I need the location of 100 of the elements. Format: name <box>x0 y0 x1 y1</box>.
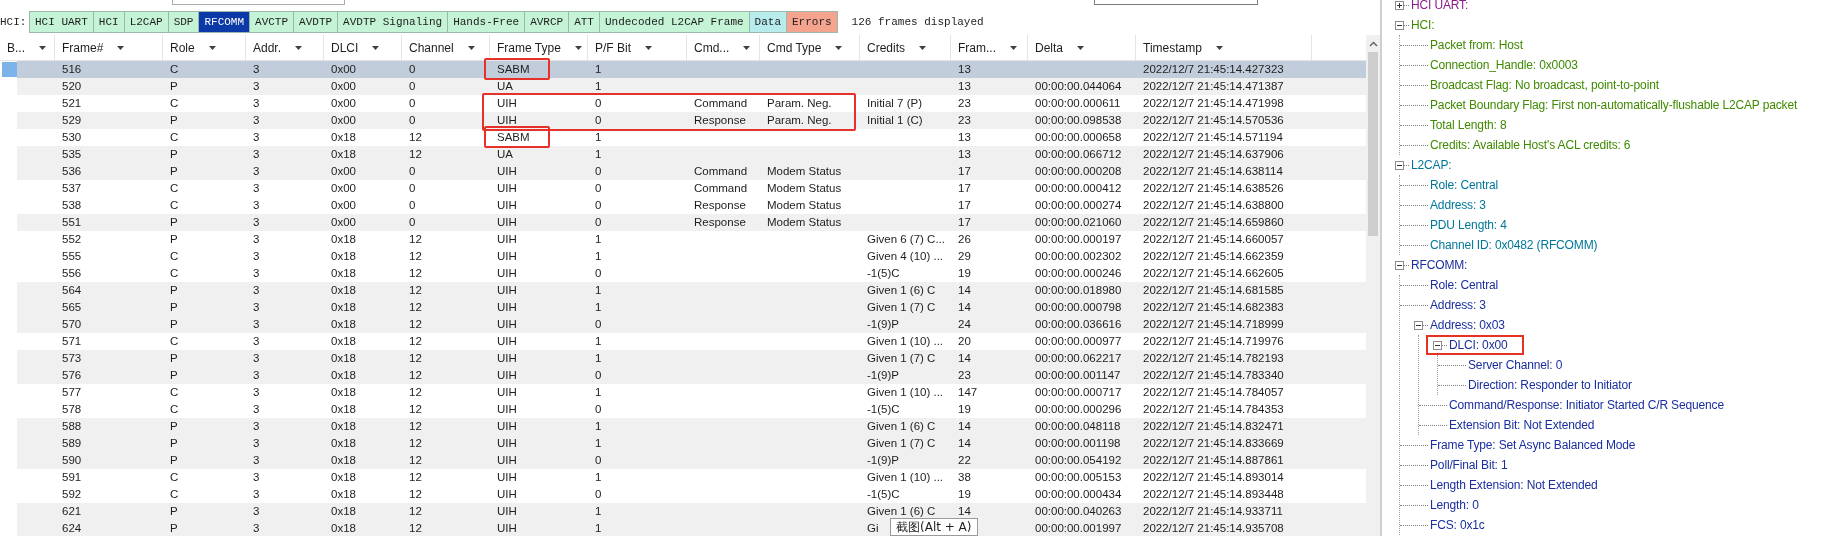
column-header[interactable]: Channel <box>402 35 490 60</box>
protocol-tab[interactable]: Errors <box>786 11 838 33</box>
tree-node-label[interactable]: Address: 0x03 <box>1430 316 1505 334</box>
table-row[interactable]: 551 P 3 0x00 0 UIH 0 Response Modem Status 17 00:00:00.021060 2022/12/7 21:45:14.659860 <box>17 214 1366 231</box>
column-header[interactable]: Delta <box>1028 35 1136 60</box>
tree-node-label[interactable]: PDU Length: 4 <box>1430 216 1507 234</box>
table-row[interactable]: 536 P 3 0x00 0 UIH 0 Command Modem Status 17 00:00:00.000208 2022/12/7 21:45:14.638114 <box>17 163 1366 180</box>
tree-node-label[interactable]: HCI: <box>1411 16 1435 34</box>
tree-node-label[interactable]: Direction: Responder to Initiator <box>1468 376 1632 394</box>
column-header[interactable]: Frame Type <box>490 35 588 60</box>
table-row[interactable]: 565 P 3 0x18 12 UIH 1 Given 1 (7) C 14 00:00:00.000798 2022/12/7 21:45:14.682383 <box>17 299 1366 316</box>
toolbar-field[interactable] <box>1094 0 1258 5</box>
dropdown-caret-icon[interactable] <box>117 45 125 50</box>
protocol-tab[interactable]: SDP <box>167 11 200 33</box>
table-cell-text: 12 <box>409 231 422 247</box>
column-header[interactable]: DLCI <box>324 35 402 60</box>
tree-node-label[interactable]: Poll/Final Bit: 1 <box>1430 456 1508 474</box>
table-row[interactable]: 621 P 3 0x18 12 UIH 1 Given 1 (6) C 14 00:00:00.040263 2022/12/7 21:45:14.933711 <box>17 503 1366 520</box>
table-row[interactable]: 576 P 3 0x18 12 UIH 0 -1(9)P 23 00:00:00.001147 2022/12/7 21:45:14.783340 <box>17 367 1366 384</box>
toolbar-field[interactable] <box>172 0 345 5</box>
column-header[interactable]: Timestamp <box>1136 35 1312 60</box>
expand-icon[interactable] <box>1395 0 1404 10</box>
column-header[interactable]: Cmd Type <box>760 35 860 60</box>
tree-node-label[interactable]: Extension Bit: Not Extended <box>1449 416 1595 434</box>
column-header[interactable]: Cmd... <box>687 35 760 60</box>
tree-node-label[interactable]: Role: Central <box>1430 176 1499 194</box>
tree-node-label[interactable]: Packet from: Host <box>1430 36 1523 54</box>
table-cell-text: Modem Status <box>767 180 842 196</box>
table-row[interactable]: 535 P 3 0x18 12 UA 1 13 00:00:00.066712 2022/12/7 21:45:14.637906 <box>17 146 1366 163</box>
dropdown-caret-icon[interactable] <box>467 45 475 50</box>
table-cell-text: 590 <box>62 452 82 468</box>
tree-node-label[interactable]: Length Extension: Not Extended <box>1430 476 1598 494</box>
dropdown-caret-icon[interactable] <box>574 45 582 50</box>
tree-node-label[interactable]: Total Length: 8 <box>1430 116 1507 134</box>
collapse-icon[interactable] <box>1395 160 1404 170</box>
dropdown-caret-icon[interactable] <box>1215 45 1223 50</box>
column-header[interactable]: B... <box>0 35 55 60</box>
collapse-icon[interactable] <box>1395 260 1404 270</box>
column-header[interactable]: Role <box>163 35 246 60</box>
tree-node-label[interactable]: DLCI: 0x00 <box>1449 336 1508 354</box>
collapse-icon[interactable] <box>1414 320 1423 330</box>
tree-node-label[interactable]: Address: 3 <box>1430 296 1486 314</box>
collapse-icon[interactable] <box>1433 340 1442 350</box>
tree-node-label[interactable]: FCS: 0x1c <box>1430 516 1485 534</box>
tree-node-label[interactable]: Role: Central <box>1430 276 1499 294</box>
tree-node-label[interactable]: Broadcast Flag: No broadcast, point-to-point <box>1430 76 1659 94</box>
column-header[interactable]: Fram... <box>951 35 1028 60</box>
tree-node-label[interactable]: Connection_Handle: 0x0003 <box>1430 56 1578 74</box>
dropdown-caret-icon[interactable] <box>835 45 843 50</box>
protocol-tab[interactable]: HCI <box>92 11 125 33</box>
dropdown-caret-icon[interactable] <box>208 45 216 50</box>
tree-node-label[interactable]: Address: 3 <box>1430 196 1486 214</box>
column-header[interactable]: Addr. <box>246 35 324 60</box>
scroll-up-icon[interactable] <box>1368 41 1378 47</box>
tree-node-label[interactable]: RFCOMM: <box>1411 256 1468 274</box>
protocol-tab[interactable]: RFCOMM <box>198 11 251 33</box>
dropdown-caret-icon[interactable] <box>372 45 380 50</box>
dropdown-caret-icon[interactable] <box>1010 45 1017 50</box>
table-row[interactable]: 520 P 3 0x00 0 UA 1 13 00:00:00.044064 2022/12/7 21:45:14.471387 <box>17 78 1366 95</box>
tree-node-label[interactable]: Channel ID: 0x0482 (RFCOMM) <box>1430 236 1598 254</box>
tree-node-label[interactable]: HCI UART: <box>1411 0 1469 14</box>
collapse-icon[interactable] <box>1395 20 1404 30</box>
table-row[interactable]: 529 P 3 0x00 0 UIH 0 Response Param. Neg. Initial 1 (C) 23 00:00:00.098538 2022/12/7 21:45:14.570536 <box>17 112 1366 129</box>
protocol-tab[interactable]: AVDTP Signaling <box>337 11 449 33</box>
dropdown-caret-icon[interactable] <box>1077 45 1084 50</box>
dropdown-caret-icon[interactable] <box>645 45 652 50</box>
protocol-tab[interactable]: Hands-Free <box>447 11 526 33</box>
table-cell-text: P <box>170 350 178 366</box>
dropdown-caret-icon[interactable] <box>39 45 46 50</box>
protocol-tab[interactable]: ATT <box>568 11 600 33</box>
table-row[interactable]: 564 P 3 0x18 12 UIH 1 Given 1 (6) C 14 00:00:00.018980 2022/12/7 21:45:14.681585 <box>17 282 1366 299</box>
table-row[interactable]: 573 P 3 0x18 12 UIH 1 Given 1 (7) C 14 00:00:00.062217 2022/12/7 21:45:14.782193 <box>17 350 1366 367</box>
scrollbar-thumb[interactable] <box>1368 52 1378 236</box>
table-row[interactable]: 589 P 3 0x18 12 UIH 1 Given 1 (7) C 14 00:00:00.001198 2022/12/7 21:45:14.833669 <box>17 435 1366 452</box>
table-row[interactable]: 588 P 3 0x18 12 UIH 1 Given 1 (6) C 14 00:00:00.048118 2022/12/7 21:45:14.832471 <box>17 418 1366 435</box>
tree-node-label[interactable]: Command/Response: Initiator Started C/R Sequence <box>1449 396 1724 414</box>
table-row[interactable]: 570 P 3 0x18 12 UIH 0 -1(9)P 24 00:00:00.036616 2022/12/7 21:45:14.718999 <box>17 316 1366 333</box>
protocol-tab[interactable]: AVDTP <box>293 11 339 33</box>
protocol-tab[interactable]: Undecoded L2CAP Frame <box>598 11 750 33</box>
tree-node-label[interactable]: Credits: Available Host's ACL credits: 6 <box>1430 136 1631 154</box>
tree-node-label[interactable]: Length: 0 <box>1430 496 1479 514</box>
protocol-tab[interactable]: Data <box>748 11 787 33</box>
tree-node-label[interactable]: L2CAP: <box>1411 156 1452 174</box>
protocol-tab[interactable]: HCI UART <box>29 11 94 33</box>
table-row[interactable]: 590 P 3 0x18 12 UIH 0 -1(9)P 22 00:00:00.054192 2022/12/7 21:45:14.887861 <box>17 452 1366 469</box>
table-row[interactable]: 516 C 3 0x00 0 SABM 1 13 2022/12/7 21:45:14.427323 <box>17 61 1366 78</box>
column-header[interactable]: Frame# <box>55 35 163 60</box>
table-cell-text: 0x18 <box>331 520 356 536</box>
column-header[interactable]: P/F Bit <box>588 35 687 60</box>
dropdown-caret-icon[interactable] <box>295 45 303 50</box>
tree-node-label[interactable]: Server Channel: 0 <box>1468 356 1563 374</box>
scrollbar[interactable] <box>1366 35 1380 536</box>
tree-node-label[interactable]: Packet Boundary Flag: First non-automatically-flushable L2CAP packet <box>1430 96 1798 114</box>
protocol-tab[interactable]: AVCTP <box>249 11 295 33</box>
dropdown-caret-icon[interactable] <box>919 45 926 50</box>
dropdown-caret-icon[interactable] <box>743 45 751 50</box>
column-header[interactable]: Credits <box>860 35 951 60</box>
protocol-tab[interactable]: L2CAP <box>123 11 169 33</box>
tree-node-label[interactable]: Frame Type: Set Async Balanced Mode <box>1430 436 1636 454</box>
protocol-tab[interactable]: AVRCP <box>524 11 570 33</box>
